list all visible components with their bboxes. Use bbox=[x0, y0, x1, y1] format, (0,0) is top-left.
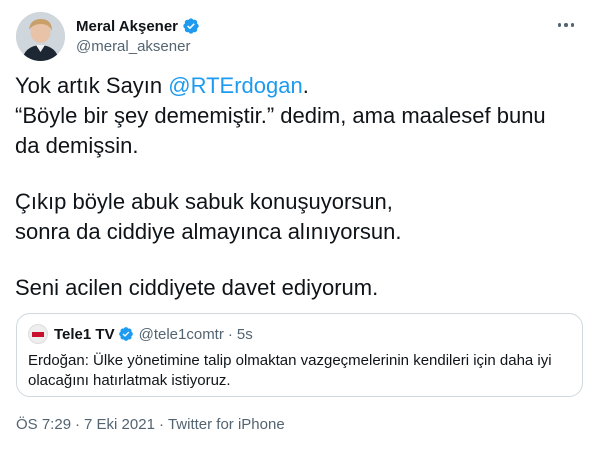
quoted-text-line: Erdoğan: Ülke yönetimine talip olmaktan … bbox=[28, 352, 552, 369]
tweet-line-prefix: Yok artık Sayın bbox=[15, 73, 169, 98]
more-options-icon[interactable] bbox=[553, 16, 579, 34]
quoted-separator: · bbox=[227, 325, 233, 343]
verified-badge-icon bbox=[183, 18, 199, 34]
tweet-line: da demişsin. bbox=[15, 133, 139, 158]
author-name-row: Meral Akşener bbox=[76, 16, 200, 36]
more-dot bbox=[570, 23, 575, 27]
tweet-line: Yok artık Sayın @RTErdogan. bbox=[15, 71, 585, 101]
meta-separator: · bbox=[158, 416, 164, 433]
author-handle[interactable]: @meral_aksener bbox=[76, 38, 200, 55]
tele1-logo-icon bbox=[32, 332, 44, 337]
tweet-line: Seni acilen ciddiyete davet ediyorum. bbox=[15, 275, 379, 300]
tweet-line: sonra da ciddiye almayınca alınıyorsun. bbox=[15, 219, 402, 244]
author-avatar[interactable] bbox=[16, 12, 65, 61]
tweet-line: Çıkıp böyle abuk sabuk konuşuyorsun, bbox=[15, 189, 393, 214]
mention-link[interactable]: @RTErdogan bbox=[168, 73, 302, 98]
tweet-time[interactable]: ÖS 7:29 bbox=[16, 416, 71, 433]
tweet-line-suffix: . bbox=[302, 73, 309, 98]
quoted-tweet-header: Tele1 TV @tele1comtr · 5s bbox=[28, 324, 253, 344]
quoted-tweet[interactable]: Tele1 TV @tele1comtr · 5s Erdoğan: Ülke … bbox=[16, 313, 583, 397]
tweet-card: Meral Akşener @meral_aksener Yok artık S… bbox=[0, 0, 599, 449]
tweet-client-link[interactable]: Twitter for iPhone bbox=[168, 416, 285, 433]
more-dot bbox=[564, 23, 568, 27]
quoted-timestamp: 5s bbox=[236, 325, 253, 343]
tweet-line: “Böyle bir şey dememiştir.” dedim, ama m… bbox=[15, 103, 546, 128]
author-name-block: Meral Akşener @meral_aksener bbox=[76, 16, 200, 55]
tweet-text: Yok artık Sayın @RTErdogan. “Böyle bir ş… bbox=[15, 71, 585, 303]
quoted-author-handle: @tele1comtr bbox=[138, 325, 224, 343]
avatar-image bbox=[16, 12, 65, 61]
meta-separator: · bbox=[75, 416, 81, 433]
tweet-header: Meral Akşener @meral_aksener bbox=[16, 12, 583, 62]
more-dot bbox=[557, 23, 562, 27]
tweet-date[interactable]: 7 Eki 2021 bbox=[84, 416, 155, 433]
quoted-author-avatar bbox=[28, 324, 48, 344]
author-display-name[interactable]: Meral Akşener bbox=[76, 18, 178, 35]
quoted-tweet-text: Erdoğan: Ülke yönetimine talip olmaktan … bbox=[28, 351, 568, 391]
quoted-text-line: olacağını hatırlatmak istiyoruz. bbox=[28, 372, 231, 389]
tweet-metadata: ÖS 7:29 · 7 Eki 2021 · Twitter for iPhon… bbox=[16, 416, 285, 433]
verified-badge-icon bbox=[118, 327, 133, 341]
quoted-author-name: Tele1 TV bbox=[54, 325, 115, 343]
